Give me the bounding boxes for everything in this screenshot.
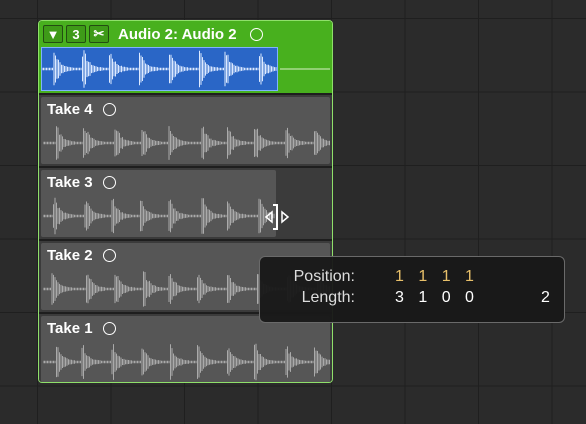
- resize-cursor-icon: [264, 204, 290, 230]
- take-menu-icon[interactable]: [102, 249, 116, 262]
- position-value: 1 1 1 1: [395, 268, 479, 285]
- scissors-icon[interactable]: ✂: [89, 25, 109, 43]
- disclosure-triangle-icon[interactable]: ▼: [43, 25, 63, 43]
- waveform-path: [43, 197, 275, 235]
- take-waveform: [43, 197, 275, 235]
- position-label: Position:: [293, 268, 355, 285]
- take-label: Take 2: [47, 247, 93, 264]
- take-label: Take 3: [47, 174, 93, 191]
- help-tag: Position: 1 1 1 1 Length: 3 1 0 0 2: [259, 256, 565, 323]
- take-number-button[interactable]: 3: [66, 25, 86, 43]
- comp-waveform: [41, 50, 277, 88]
- take-folder-menu-icon[interactable]: [249, 27, 263, 41]
- take-menu-icon[interactable]: [102, 176, 116, 189]
- comp-region[interactable]: [41, 47, 278, 91]
- length-label: Length:: [301, 289, 355, 306]
- waveform-path: [41, 50, 277, 88]
- take-folder-header[interactable]: ▼ 3 ✂ Audio 2: Audio 2: [39, 21, 332, 93]
- waveform-path: [43, 343, 330, 381]
- waveform-path: [43, 126, 330, 160]
- take-folder[interactable]: ▼ 3 ✂ Audio 2: Audio 2 Take 4 Take 3 Tak…: [38, 20, 333, 383]
- take-lane[interactable]: Take 4: [39, 93, 332, 164]
- take-folder-title: Audio 2: Audio 2: [118, 25, 237, 43]
- length-extra-value: 2: [541, 289, 550, 306]
- take-waveform: [43, 126, 330, 160]
- take-label: Take 4: [47, 101, 93, 118]
- length-value: 3 1 0 0: [395, 289, 479, 306]
- take-label: Take 1: [47, 320, 93, 337]
- comp-region-empty: [280, 47, 330, 91]
- take-waveform: [43, 343, 330, 381]
- take-menu-icon[interactable]: [102, 103, 116, 116]
- take-menu-icon[interactable]: [102, 322, 116, 335]
